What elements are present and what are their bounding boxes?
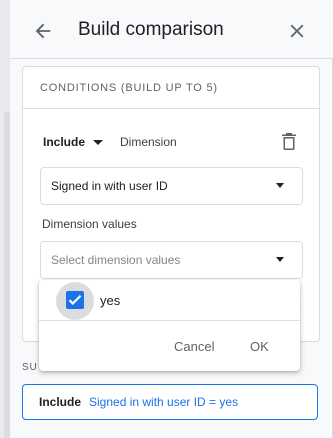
summary-condition: Signed in with user ID = yes <box>89 395 239 409</box>
dimension-select[interactable]: Signed in with user ID <box>40 167 303 205</box>
summary-label: SU <box>22 362 38 373</box>
popup-divider <box>39 320 300 321</box>
option-label-yes: yes <box>100 293 121 308</box>
caret-down-icon <box>93 139 104 145</box>
ok-button[interactable]: OK <box>250 339 269 354</box>
dimension-values-label: Dimension values <box>42 217 137 231</box>
cancel-button[interactable]: Cancel <box>174 339 214 354</box>
card-divider <box>23 108 319 109</box>
dimension-label: Dimension <box>120 135 177 149</box>
panel-header: Build comparison <box>10 0 333 59</box>
comparison-summary: Include Signed in with user ID = yes <box>22 384 318 420</box>
dimension-values-popup: yes Cancel OK <box>39 280 300 371</box>
close-icon[interactable] <box>286 20 308 42</box>
conditions-title: CONDITIONS (BUILD UP TO 5) <box>40 82 218 94</box>
build-comparison-panel: Build comparison CONDITIONS (BUILD UP TO… <box>10 0 333 438</box>
panel-title: Build comparison <box>78 19 224 40</box>
dimension-values-select[interactable]: Select dimension values <box>40 241 303 279</box>
include-dropdown-label: Include <box>43 135 86 149</box>
arrow-back-icon[interactable] <box>32 20 54 42</box>
background-page-strip <box>0 0 10 438</box>
dimension-select-value: Signed in with user ID <box>51 179 168 193</box>
yes-checkbox[interactable] <box>66 291 84 309</box>
dropdown-arrow-icon <box>276 257 284 262</box>
include-dropdown[interactable]: Include <box>43 135 104 149</box>
dropdown-arrow-icon <box>276 183 284 188</box>
summary-include: Include <box>39 395 82 409</box>
dimension-values-placeholder: Select dimension values <box>51 253 181 267</box>
delete-icon[interactable] <box>281 132 297 150</box>
